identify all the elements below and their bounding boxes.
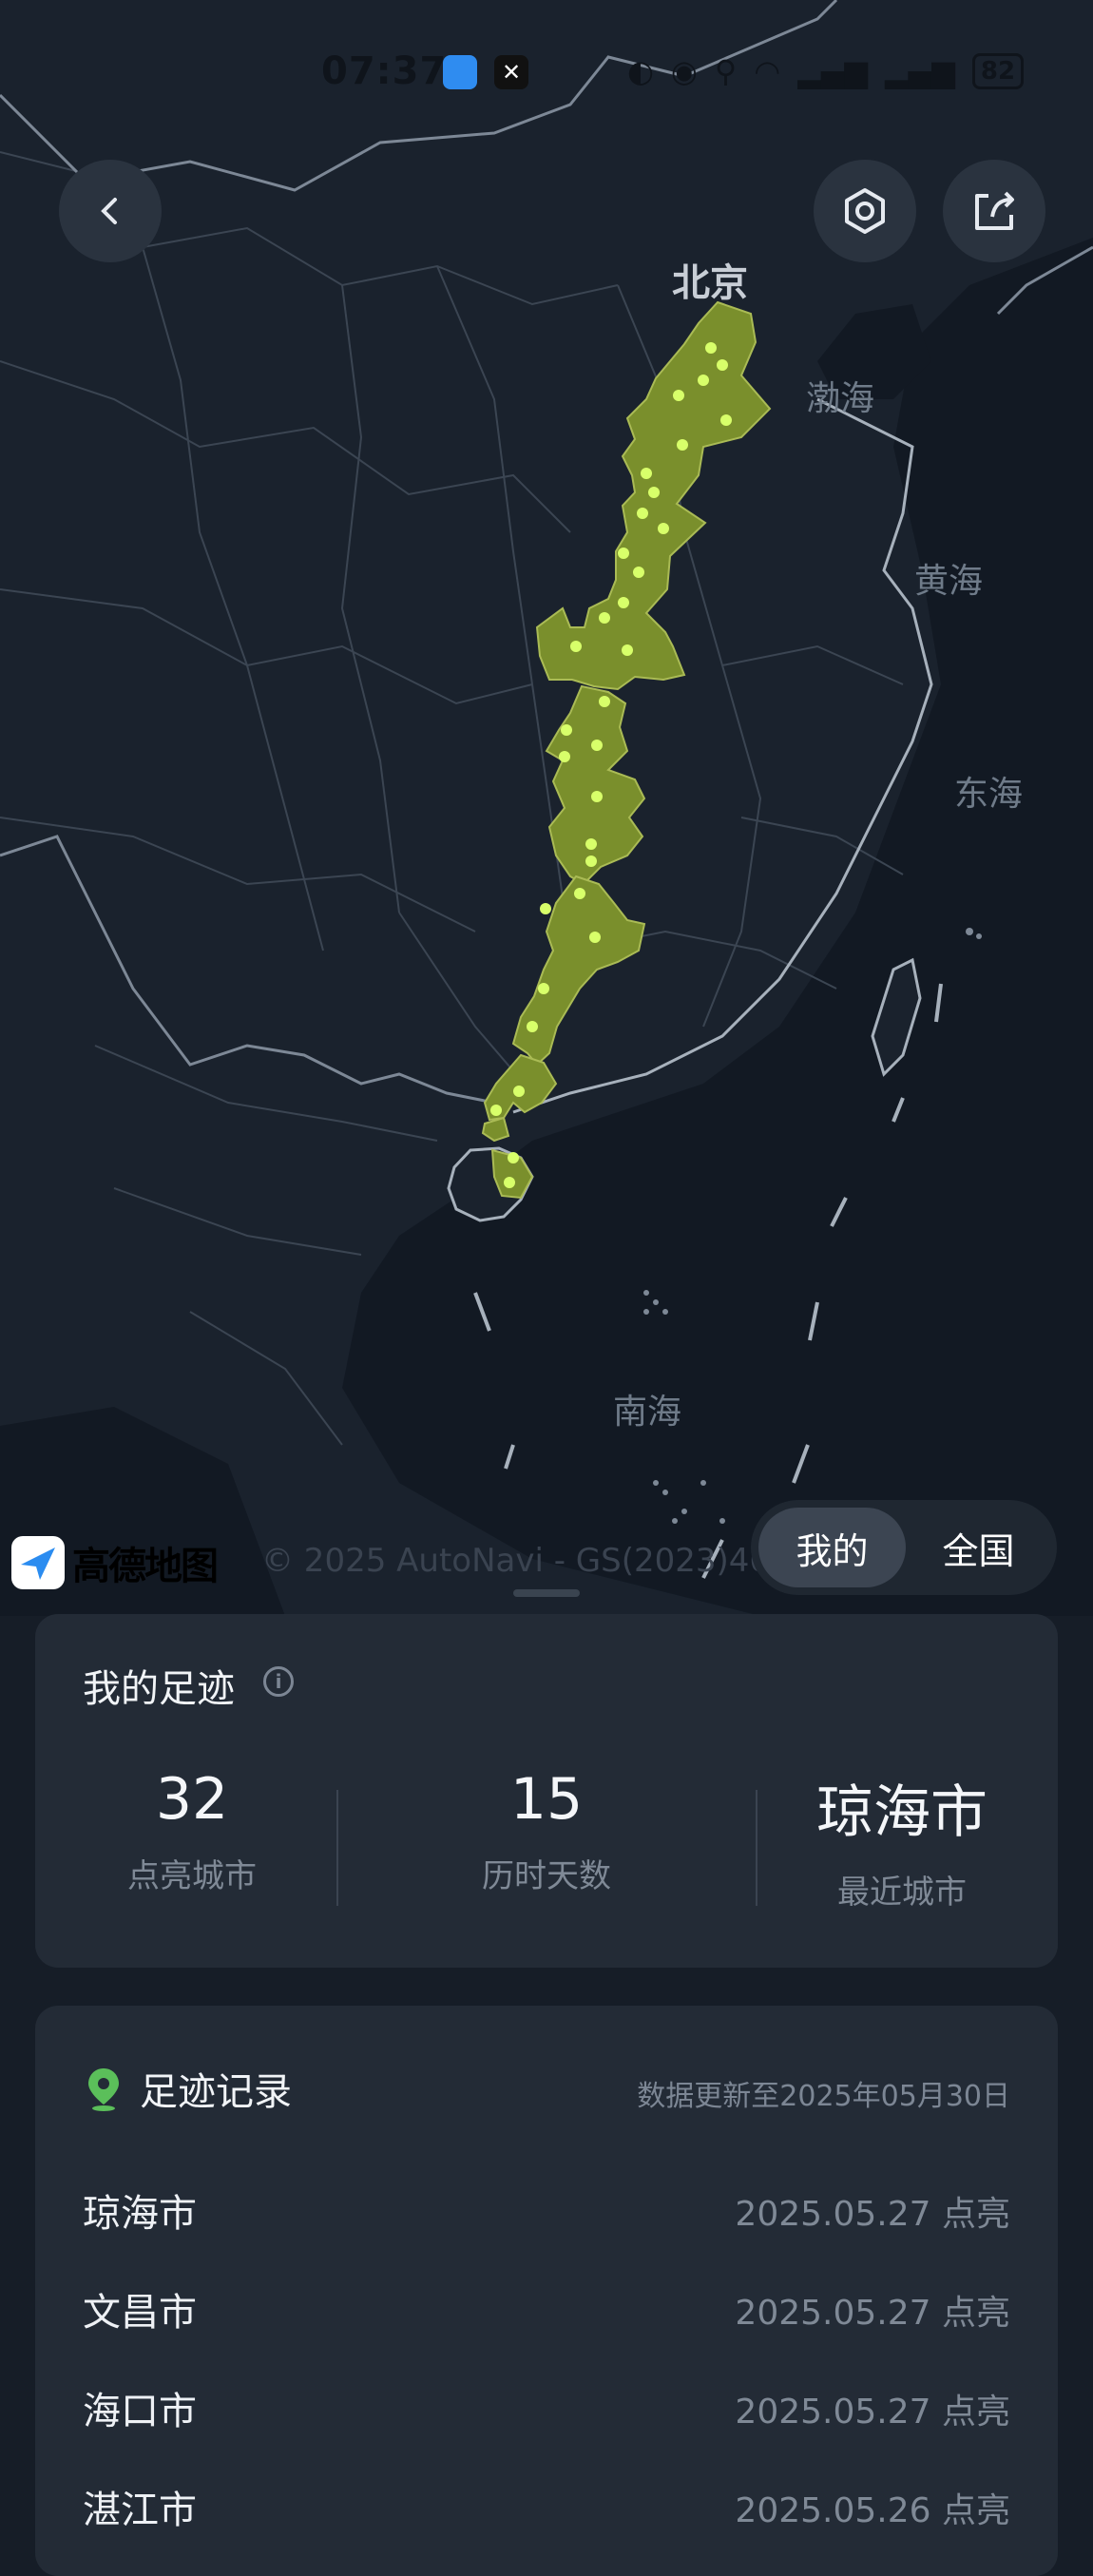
stat-label: 历时天数 xyxy=(482,1857,611,1895)
record-city: 湛江市 xyxy=(83,2489,197,2532)
amap-logo-icon xyxy=(11,1536,65,1589)
settings-button[interactable] xyxy=(814,160,916,262)
record-row[interactable]: 文昌市 2025.05.27 点亮 xyxy=(83,2281,1010,2338)
highlighted-region-south xyxy=(511,875,646,1067)
record-city: 文昌市 xyxy=(83,2291,197,2335)
map-canvas xyxy=(0,0,1093,1616)
stat-value: 15 xyxy=(509,1766,584,1833)
footprint-title: 我的足迹 xyxy=(83,1667,235,1711)
share-button[interactable] xyxy=(943,160,1045,262)
status-bar: 07:37 ✕ ◐ ◉ ⚲ ◠ ▂▄▆ ▂▄▆ 82 xyxy=(0,49,1093,97)
highlighted-region-leizhou xyxy=(481,1116,510,1143)
map-label-bohai: 渤海 xyxy=(806,379,875,418)
location-icon: ⚲ xyxy=(714,53,738,89)
footprint-summary-card: 我的足迹 i 32 点亮城市 15 历时天数 琼海市 最近城市 xyxy=(35,1614,1058,1968)
back-button[interactable] xyxy=(59,160,162,262)
signal-icon-2: ▂▄▆ xyxy=(885,53,955,89)
location-pin-icon xyxy=(88,2068,119,2111)
stat-value: 32 xyxy=(155,1766,229,1833)
nfc-icon: ◐ xyxy=(627,53,654,89)
record-date: 2025.05.27 点亮 xyxy=(735,2195,1010,2234)
wifi-icon: ◠ xyxy=(754,53,781,89)
toggle-national[interactable]: 全国 xyxy=(905,1508,1052,1587)
app-notification-icon xyxy=(443,55,477,89)
records-header: 足迹记录 xyxy=(83,2061,292,2116)
footprint-records-card: 足迹记录 数据更新至2025年05月30日 琼海市 2025.05.27 点亮 … xyxy=(35,2006,1058,2576)
info-icon[interactable]: i xyxy=(263,1666,294,1697)
record-date: 2025.05.27 点亮 xyxy=(735,2294,1010,2333)
sea-area xyxy=(342,238,1093,1616)
map-copyright: © 2025 AutoNavi - GS(2023)467 xyxy=(261,1542,791,1580)
stat-lit-cities: 32 点亮城市 xyxy=(35,1766,349,1896)
map-label-huanghai: 黄海 xyxy=(914,562,984,601)
sheet-drag-handle[interactable] xyxy=(513,1589,580,1597)
toggle-mine[interactable]: 我的 xyxy=(758,1508,906,1587)
settings-icon xyxy=(845,188,885,234)
eye-icon: ◉ xyxy=(670,53,698,89)
system-icons: ◐ ◉ ⚲ ◠ ▂▄▆ ▂▄▆ 82 xyxy=(627,53,1025,89)
divider xyxy=(336,1790,338,1906)
map-label-donghai: 东海 xyxy=(954,775,1024,814)
record-date: 2025.05.26 点亮 xyxy=(735,2491,1010,2530)
stat-label: 最近城市 xyxy=(837,1874,967,1912)
record-city: 琼海市 xyxy=(83,2192,197,2236)
records-title: 足迹记录 xyxy=(140,2070,292,2114)
record-city: 海口市 xyxy=(83,2390,197,2433)
battery-indicator: 82 xyxy=(971,53,1025,89)
signal-icon-1: ▂▄▆ xyxy=(797,53,869,89)
record-date: 2025.05.27 点亮 xyxy=(735,2393,1010,2432)
stat-value: 琼海市 xyxy=(816,1779,988,1846)
scope-toggle[interactable]: 我的 全国 xyxy=(751,1500,1057,1595)
footprint-map[interactable]: 北京 渤海 黄海 东海 南海 xyxy=(0,0,1093,1616)
back-arrow-icon xyxy=(101,198,117,224)
highlighted-region-central xyxy=(545,684,646,886)
map-label-beijing: 北京 xyxy=(672,261,748,305)
records-updated-text: 数据更新至2025年05月30日 xyxy=(637,2080,1010,2113)
share-icon xyxy=(975,191,1014,230)
map-label-nanhai: 南海 xyxy=(613,1393,682,1432)
record-row[interactable]: 琼海市 2025.05.27 点亮 xyxy=(83,2182,1010,2240)
amap-logo-text: 高德地图 xyxy=(72,1545,219,1588)
record-row[interactable]: 湛江市 2025.05.26 点亮 xyxy=(83,2479,1010,2536)
amap-logo: 高德地图 xyxy=(11,1535,219,1590)
record-row[interactable]: 海口市 2025.05.27 点亮 xyxy=(83,2380,1010,2437)
stat-label: 点亮城市 xyxy=(127,1857,257,1895)
status-time: 07:37 xyxy=(321,49,448,93)
stat-recent-city: 琼海市 最近城市 xyxy=(745,1766,1059,1913)
stat-days: 15 历时天数 xyxy=(390,1766,703,1896)
x-app-icon: ✕ xyxy=(494,55,528,89)
